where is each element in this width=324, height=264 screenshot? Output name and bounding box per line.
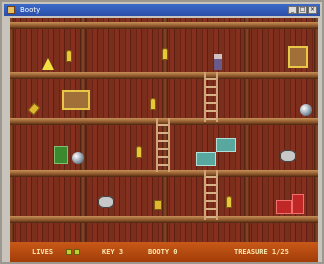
ladder[interactable]	[204, 72, 218, 122]
close-button[interactable]: ×	[308, 6, 317, 14]
post	[80, 18, 86, 242]
key-icon	[136, 146, 142, 158]
player-figure-icon	[214, 54, 222, 70]
creature-icon	[98, 196, 114, 208]
key-icon	[66, 50, 72, 62]
chest-icon	[288, 46, 308, 68]
minimize-button[interactable]: _	[288, 6, 297, 14]
life-icon	[74, 249, 80, 255]
app-icon	[7, 6, 15, 14]
ladder[interactable]	[204, 170, 218, 220]
game-canvas[interactable]	[10, 18, 318, 242]
gold-bar-icon	[154, 200, 162, 210]
orb-icon	[300, 104, 312, 116]
sword-icon	[27, 102, 41, 116]
post	[10, 18, 14, 242]
game-window: Booty _ □ × LIVES KEY 3 BOOTY 0 TREASURE…	[0, 0, 324, 264]
key-counter: KEY 3	[102, 248, 124, 256]
shelf	[10, 22, 318, 29]
orb-icon	[72, 152, 84, 164]
life-icon	[66, 249, 72, 255]
ladder[interactable]	[156, 118, 170, 172]
block-icon	[196, 152, 216, 166]
treasure-chest-icon	[62, 90, 90, 110]
booty-counter: BOOTY 0	[148, 248, 178, 256]
creature-icon	[280, 150, 296, 162]
shelf	[10, 72, 318, 79]
key-icon	[150, 98, 156, 110]
treasure-counter: TREASURE 1/25	[234, 248, 289, 256]
cone-icon	[42, 58, 54, 70]
shelf	[10, 216, 318, 223]
status-bar: LIVES KEY 3 BOOTY 0 TREASURE 1/25	[10, 242, 318, 262]
key-icon	[162, 48, 168, 60]
lives-label: LIVES	[32, 248, 54, 256]
block-icon	[216, 138, 236, 152]
post	[314, 18, 318, 242]
red-box-icon	[292, 194, 304, 214]
red-box-icon	[276, 200, 292, 214]
key-icon	[226, 196, 232, 208]
title-bar[interactable]: Booty _ □ ×	[4, 4, 320, 16]
post	[244, 18, 250, 242]
window-title: Booty	[20, 6, 41, 14]
maximize-button[interactable]: □	[298, 6, 307, 14]
green-box-icon	[54, 146, 68, 164]
